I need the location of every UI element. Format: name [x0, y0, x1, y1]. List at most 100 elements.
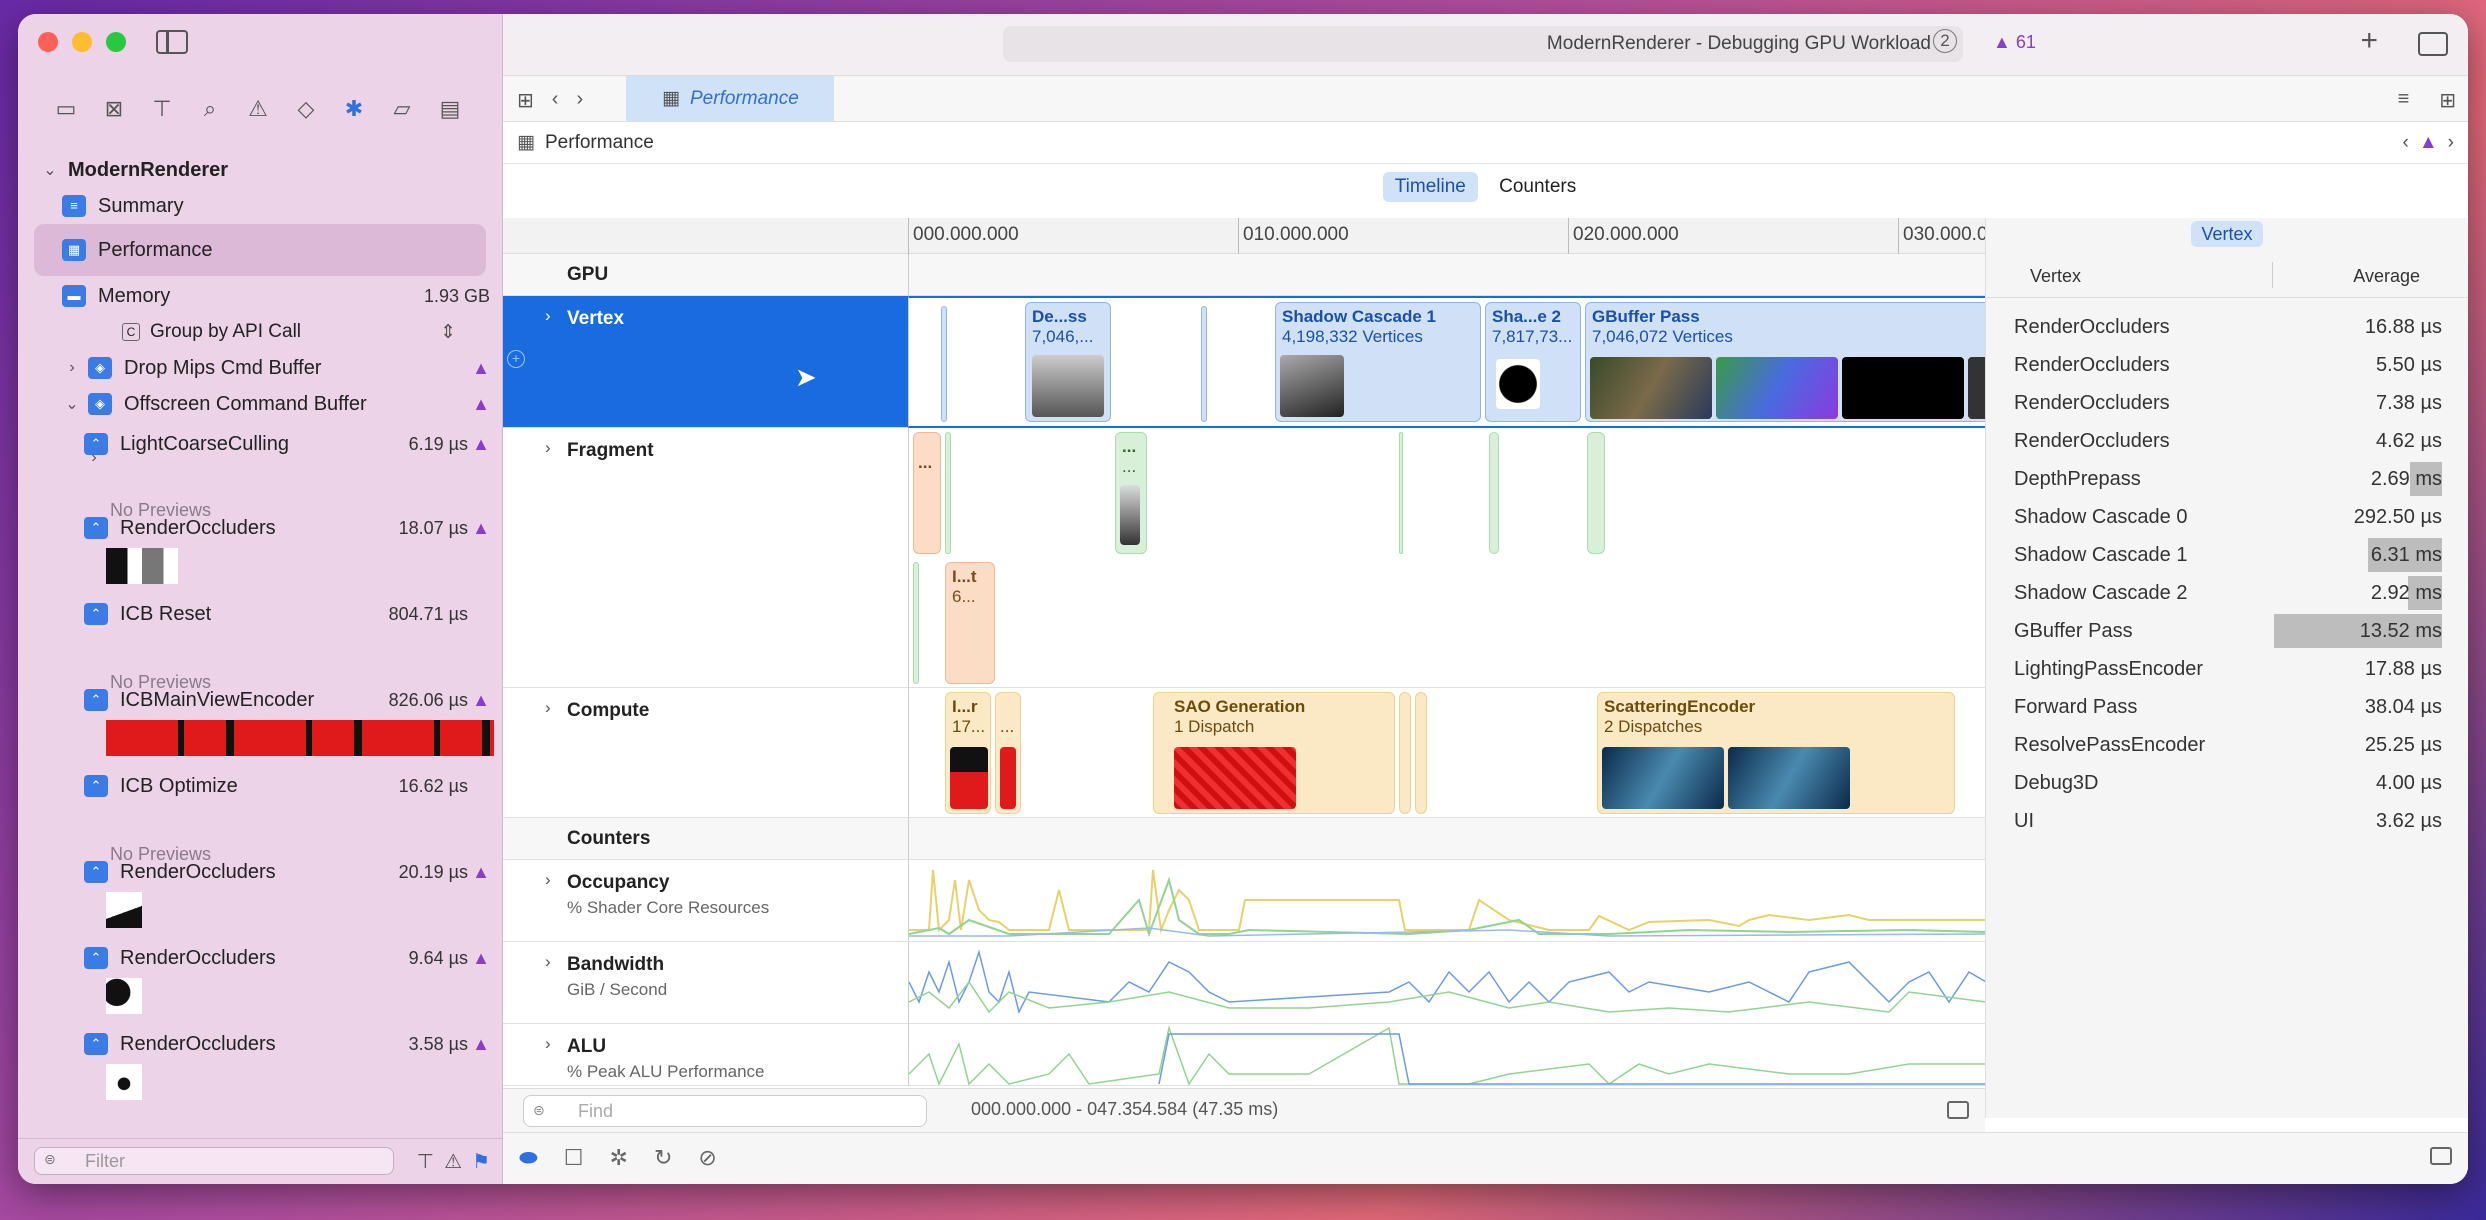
- compute-block[interactable]: SAO Generation 1 Dispatch: [1153, 692, 1395, 814]
- forward-icon[interactable]: ›: [576, 88, 583, 113]
- table-row[interactable]: Forward Pass 38.04 µs: [1986, 688, 2468, 726]
- encoder-row[interactable]: ⌃ LightCoarseCulling 6.19 µs ▲: [84, 426, 502, 462]
- table-row[interactable]: Debug3D 4.00 µs: [1986, 764, 2468, 802]
- prev-issue-icon[interactable]: ‹: [2403, 122, 2409, 164]
- memory-row[interactable]: ▬ Memory 1.93 GB: [62, 278, 502, 314]
- vertex-block[interactable]: GBuffer Pass 7,046,072 Vertices: [1585, 302, 1985, 422]
- chevron-right-icon[interactable]: ›: [545, 952, 551, 972]
- find-input[interactable]: Find: [523, 1095, 927, 1127]
- lines-icon[interactable]: ≡: [2398, 88, 2410, 113]
- activity-count-badge[interactable]: 2: [1933, 29, 1957, 53]
- minimize-button[interactable]: [72, 32, 92, 52]
- warning-filter-icon[interactable]: ⚠: [444, 1149, 462, 1174]
- table-row[interactable]: RenderOccluders 16.88 µs: [1986, 308, 2468, 346]
- project-row[interactable]: ⌄ ModernRenderer: [40, 152, 502, 188]
- add-editor-icon[interactable]: ⊞: [2439, 88, 2456, 113]
- track-vertex[interactable]: › Vertex + ➤: [503, 296, 908, 428]
- track-alu[interactable]: › ALU % Peak ALU Performance: [503, 1024, 908, 1086]
- test-icon[interactable]: ◇: [293, 96, 319, 122]
- report-icon[interactable]: ▤: [437, 96, 463, 122]
- chevron-right-icon[interactable]: ›: [84, 440, 104, 476]
- add-icon[interactable]: +: [2360, 24, 2378, 58]
- filter-input[interactable]: Filter: [34, 1147, 394, 1175]
- stop-icon[interactable]: ☐: [564, 1145, 584, 1171]
- compute-block[interactable]: [1415, 692, 1427, 814]
- group-by-selector[interactable]: C Group by API Call ⇕: [122, 314, 502, 350]
- warning-count[interactable]: ▲ 61: [1993, 32, 2036, 53]
- track-compute[interactable]: › Compute: [503, 688, 908, 818]
- encoder-row[interactable]: ⌃ RenderOccluders 9.64 µs ▲: [84, 940, 502, 976]
- fragment-block[interactable]: [1399, 432, 1403, 554]
- bug-icon[interactable]: ✲: [610, 1145, 628, 1171]
- inspector-toggle-icon[interactable]: [2418, 32, 2448, 56]
- breadcrumb-label[interactable]: Performance: [545, 132, 654, 153]
- chevron-right-icon[interactable]: ›: [545, 870, 551, 890]
- zoom-button[interactable]: [106, 32, 126, 52]
- debug-area-toggle-icon[interactable]: [2430, 1147, 2452, 1165]
- track-fragment[interactable]: › Fragment: [503, 428, 908, 688]
- fragment-block[interactable]: [1489, 432, 1499, 554]
- reload-icon[interactable]: ↻: [654, 1145, 672, 1171]
- compute-block[interactable]: [1399, 692, 1411, 814]
- table-row[interactable]: RenderOccluders 5.50 µs: [1986, 346, 2468, 384]
- preview-thumbnail[interactable]: [106, 720, 494, 756]
- timeline-segment[interactable]: Timeline: [1382, 172, 1478, 202]
- debug-navigator-icon[interactable]: ✱: [341, 96, 367, 122]
- vertex-block[interactable]: De...ss 7,046,...: [1025, 302, 1111, 422]
- hierarchy-icon[interactable]: ⊤: [417, 1149, 434, 1174]
- encoder-row[interactable]: ⌃ RenderOccluders 18.07 µs ▲: [84, 510, 502, 546]
- table-row[interactable]: Shadow Cascade 0 292.50 µs: [1986, 498, 2468, 536]
- chevron-right-icon[interactable]: ›: [545, 698, 551, 718]
- table-row[interactable]: RenderOccluders 4.62 µs: [1986, 422, 2468, 460]
- issue-icon[interactable]: ⚠: [245, 96, 271, 122]
- fragment-block[interactable]: [1587, 432, 1605, 554]
- close-button[interactable]: [38, 32, 58, 52]
- fragment-block[interactable]: ... ...: [1115, 432, 1147, 554]
- chevron-right-icon[interactable]: ›: [545, 1034, 551, 1054]
- table-row[interactable]: DepthPrepass 2.69 ms: [1986, 460, 2468, 498]
- compass-icon[interactable]: ⊘: [698, 1145, 716, 1171]
- inspector-tab-vertex[interactable]: Vertex: [2191, 221, 2263, 247]
- preview-thumbnail[interactable]: [106, 892, 142, 928]
- fragment-block[interactable]: [945, 432, 951, 554]
- symbol-icon[interactable]: ⊤: [149, 96, 175, 122]
- sidebar-toggle-icon[interactable]: [156, 30, 188, 54]
- vertex-block[interactable]: Shadow Cascade 1 4,198,332 Vertices: [1275, 302, 1481, 422]
- encoder-row[interactable]: ⌃ ICB Optimize 16.62 µs: [84, 768, 502, 804]
- tab-performance[interactable]: Performance: [626, 76, 834, 122]
- next-issue-icon[interactable]: ›: [2448, 122, 2454, 164]
- table-row[interactable]: Shadow Cascade 1 6.31 ms: [1986, 536, 2468, 574]
- vertex-block[interactable]: [941, 306, 947, 422]
- column-header-average[interactable]: Average: [2353, 266, 2420, 287]
- counters-segment[interactable]: Counters: [1487, 172, 1588, 202]
- breakpoint-icon[interactable]: ▱: [389, 96, 415, 122]
- preview-thumbnail[interactable]: [106, 1064, 142, 1100]
- warning-icon[interactable]: ▲: [2419, 122, 2438, 164]
- table-row[interactable]: LightingPassEncoder 17.88 µs: [1986, 650, 2468, 688]
- table-row[interactable]: GBuffer Pass 13.52 ms: [1986, 612, 2468, 650]
- search-icon[interactable]: ⌕: [197, 96, 223, 122]
- encoder-row[interactable]: ⌃ RenderOccluders 20.19 µs ▲: [84, 854, 502, 890]
- compute-block[interactable]: ScatteringEncoder 2 Dispatches: [1597, 692, 1955, 814]
- folder-icon[interactable]: ▭: [53, 96, 79, 122]
- drop-mips-row[interactable]: › ◈ Drop Mips Cmd Buffer ▲: [62, 350, 502, 386]
- performance-row[interactable]: ▦ Performance: [34, 224, 486, 276]
- fragment-block[interactable]: ...: [913, 432, 941, 554]
- back-icon[interactable]: ‹: [552, 88, 559, 113]
- vertex-block[interactable]: Sha...e 2 7,817,73...: [1485, 302, 1581, 422]
- grid-icon[interactable]: ⊞: [517, 88, 534, 113]
- compute-block[interactable]: ...: [995, 692, 1021, 814]
- add-track-icon[interactable]: +: [507, 350, 525, 368]
- track-bandwidth[interactable]: › Bandwidth GiB / Second: [503, 942, 908, 1024]
- offscreen-row[interactable]: ⌄ ◈ Offscreen Command Buffer ▲: [62, 386, 502, 422]
- encoder-row[interactable]: ⌃ ICBMainViewEncoder 826.06 µs ▲: [84, 682, 502, 718]
- table-row[interactable]: RenderOccluders 7.38 µs: [1986, 384, 2468, 422]
- fragment-block[interactable]: [913, 562, 919, 684]
- source-control-icon[interactable]: ⊠: [101, 96, 127, 122]
- summary-row[interactable]: ≡ Summary: [62, 188, 502, 224]
- table-row[interactable]: ResolvePassEncoder 25.25 µs: [1986, 726, 2468, 764]
- flag-icon[interactable]: ⚑: [472, 1149, 490, 1174]
- breakpoints-icon[interactable]: ⬬: [519, 1145, 538, 1171]
- chevron-right-icon[interactable]: ›: [545, 438, 551, 458]
- panel-toggle-icon[interactable]: [1947, 1101, 1969, 1119]
